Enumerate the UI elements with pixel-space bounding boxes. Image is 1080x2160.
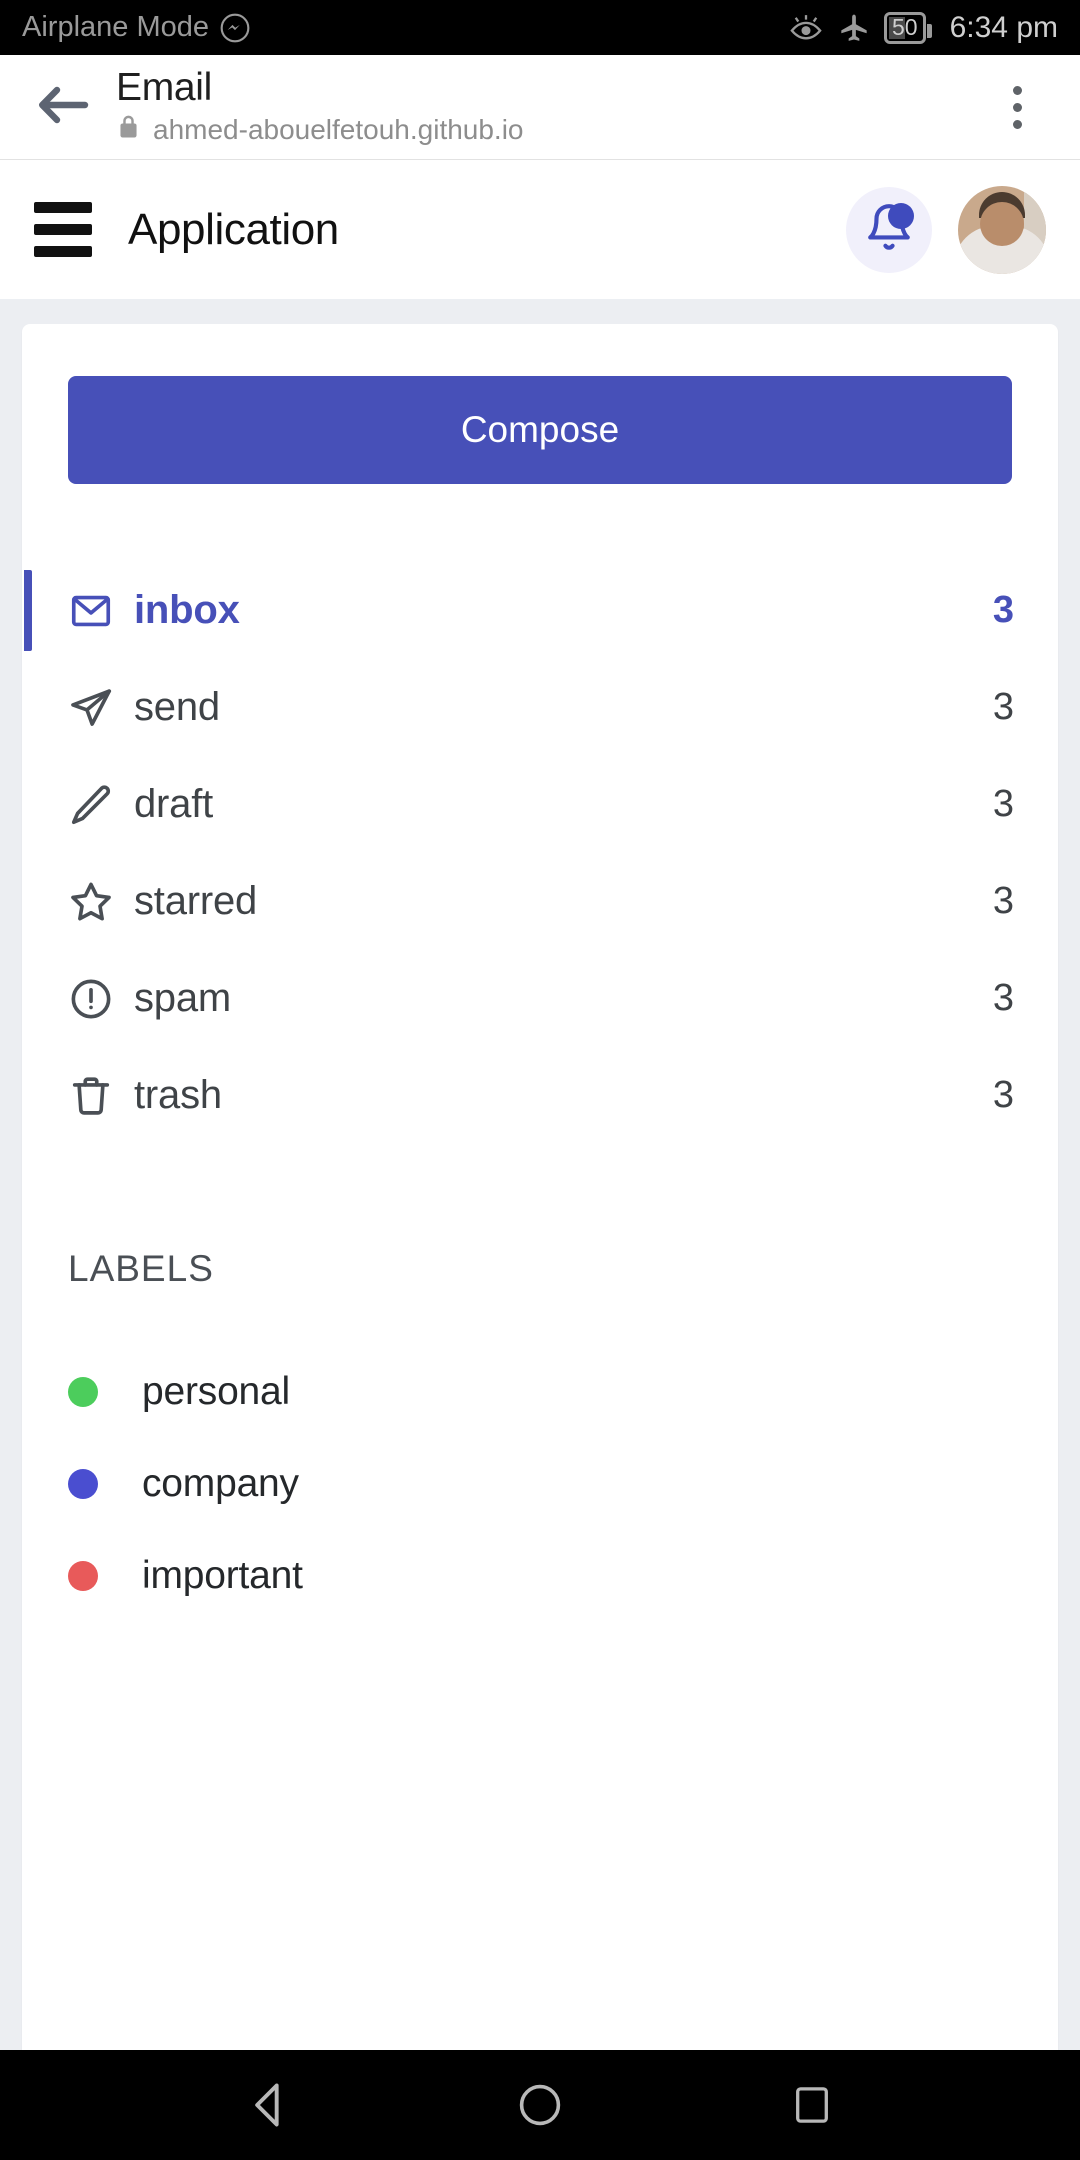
- label-color-dot: [68, 1561, 98, 1591]
- star-icon: [68, 879, 124, 925]
- folder-list: inbox 3 send 3 draft 3 starred 3 spam 3 trash 3: [22, 562, 1058, 1144]
- android-status-bar: Airplane Mode 50 6:34 pm: [0, 0, 1080, 55]
- folder-label: trash: [134, 1073, 222, 1117]
- label-item-important[interactable]: important: [22, 1530, 1058, 1622]
- browser-back-button[interactable]: [28, 84, 98, 131]
- folder-label: starred: [134, 879, 258, 923]
- folder-count: 3: [992, 977, 1014, 1019]
- mail-sidebar-card: Compose inbox 3 send 3 draft 3 starred 3 spam 3 tr…: [22, 324, 1058, 2080]
- android-navigation-bar: [0, 2050, 1080, 2160]
- status-bar-right: 50 6:34 pm: [788, 11, 1058, 45]
- labels-list: personal company important: [22, 1346, 1058, 1622]
- folder-label: spam: [134, 976, 232, 1020]
- airplane-mode-label: Airplane Mode: [22, 11, 209, 43]
- overflow-menu-icon[interactable]: [982, 85, 1052, 129]
- label-item-company[interactable]: company: [22, 1438, 1058, 1530]
- eye-icon: [788, 13, 824, 43]
- notification-badge-dot: [888, 202, 914, 229]
- folder-label: inbox: [134, 588, 240, 632]
- airplane-icon: [838, 12, 870, 44]
- folder-item-trash[interactable]: trash 3: [22, 1047, 1058, 1144]
- url-row: ahmed-abouelfetouh.github.io: [116, 113, 982, 146]
- labels-heading: LABELS: [68, 1248, 214, 1289]
- folder-item-inbox[interactable]: inbox 3: [22, 562, 1058, 659]
- page-title: Email: [116, 65, 213, 109]
- folder-item-draft[interactable]: draft 3: [22, 756, 1058, 853]
- url-text: ahmed-abouelfetouh.github.io: [153, 113, 524, 145]
- folder-item-send[interactable]: send 3: [22, 659, 1058, 756]
- app-header-actions: [846, 185, 1046, 274]
- messenger-icon: [219, 12, 251, 44]
- battery-indicator: 50: [884, 11, 932, 44]
- active-indicator: [24, 570, 32, 651]
- label-color-dot: [68, 1377, 98, 1407]
- label-color-dot: [68, 1469, 98, 1499]
- mail-icon: [68, 588, 124, 634]
- back-arrow-icon: [37, 84, 89, 131]
- notification-bell-button[interactable]: [846, 186, 932, 273]
- trash-icon: [68, 1073, 124, 1119]
- send-icon: [68, 685, 124, 731]
- user-avatar[interactable]: [958, 185, 1046, 274]
- label-text: important: [142, 1554, 303, 1597]
- status-bar-clock: 6:34 pm: [949, 10, 1058, 44]
- status-bar-left: Airplane Mode: [22, 11, 251, 44]
- folder-count: 3: [992, 589, 1014, 631]
- android-back-icon[interactable]: [208, 2050, 328, 2160]
- hamburger-menu-icon[interactable]: [34, 202, 92, 257]
- folder-label: send: [134, 685, 220, 729]
- page-content: Compose inbox 3 send 3 draft 3 starred 3 spam 3 tr…: [0, 300, 1080, 2080]
- battery-level: 50: [892, 14, 918, 40]
- folder-item-spam[interactable]: spam 3: [22, 950, 1058, 1047]
- folder-count: 3: [992, 880, 1014, 922]
- omnibox[interactable]: Email ahmed-abouelfetouh.github.io: [116, 65, 982, 147]
- lock-icon: [116, 113, 141, 146]
- label-text: personal: [142, 1370, 291, 1413]
- folder-item-starred[interactable]: starred 3: [22, 853, 1058, 950]
- app-header: Application: [0, 160, 1080, 300]
- android-home-icon[interactable]: [480, 2050, 600, 2160]
- folder-count: 3: [992, 783, 1014, 825]
- android-recents-icon[interactable]: [752, 2050, 872, 2160]
- alert-circle-icon: [68, 976, 124, 1022]
- pencil-icon: [68, 782, 124, 828]
- folder-count: 3: [992, 1074, 1014, 1116]
- label-item-personal[interactable]: personal: [22, 1346, 1058, 1438]
- compose-button[interactable]: Compose: [68, 376, 1012, 484]
- folder-label: draft: [134, 782, 214, 826]
- app-title: Application: [128, 204, 339, 254]
- label-text: company: [142, 1462, 299, 1505]
- browser-toolbar: Email ahmed-abouelfetouh.github.io: [0, 55, 1080, 160]
- folder-count: 3: [992, 686, 1014, 728]
